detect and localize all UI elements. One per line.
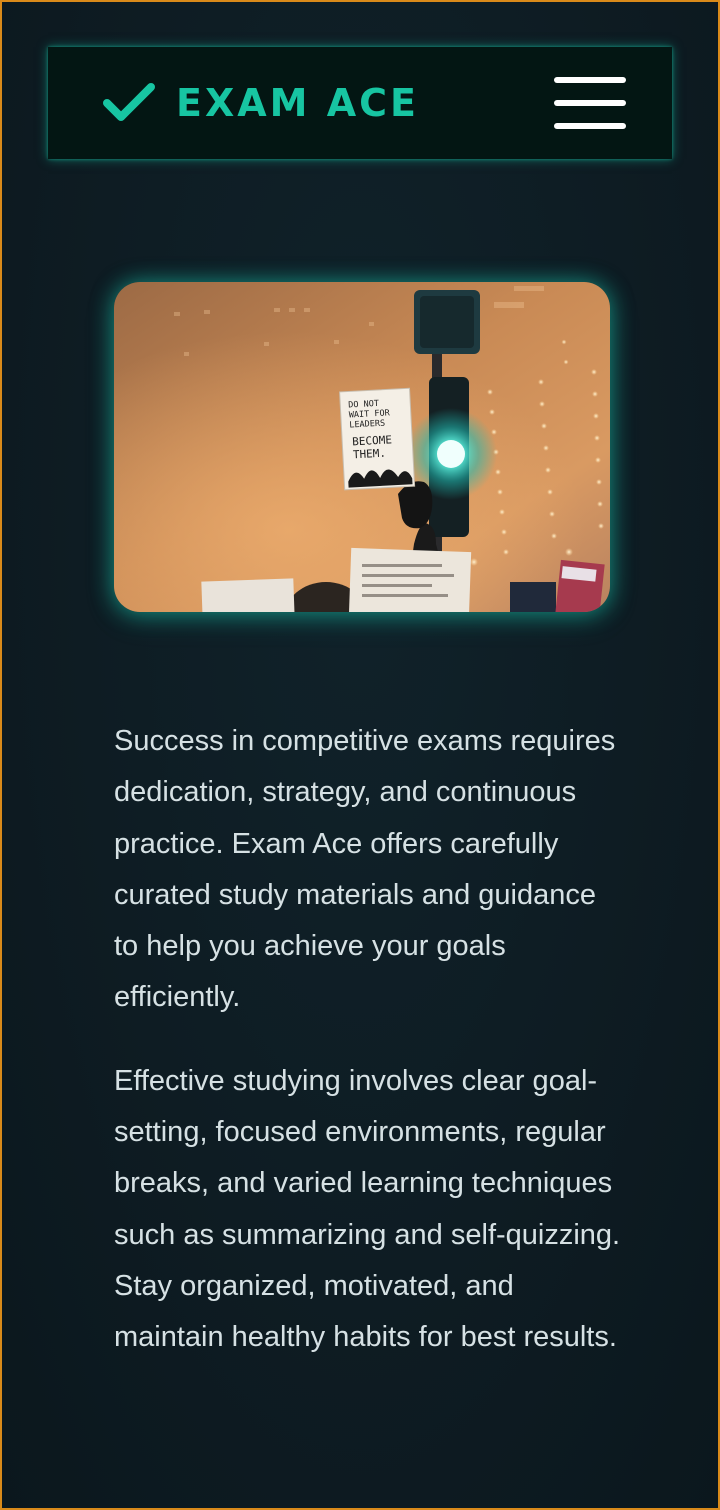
menu-bar-bottom [554, 123, 626, 129]
intro-paragraph: Success in competitive exams requires de… [114, 725, 616, 1014]
sign-line-3: LEADERS [349, 419, 385, 431]
checkmark-icon [103, 83, 155, 121]
page-frame: EXAM ACE DO NOT WAIT FOR LEADERS BECOME … [0, 0, 720, 1510]
study-tips-paragraph: Effective studying involves clear goal-s… [114, 1064, 621, 1354]
brand-name: EXAM ACE [176, 81, 419, 125]
hamburger-menu-icon[interactable] [554, 77, 626, 129]
top-navbar: EXAM ACE [48, 47, 672, 159]
menu-bar-top [554, 77, 626, 83]
sign-line-5: THEM. [353, 447, 387, 462]
sign-line-4: BECOME [352, 433, 392, 448]
hero-photo: DO NOT WAIT FOR LEADERS BECOME THEM. [114, 282, 610, 612]
hero-image: DO NOT WAIT FOR LEADERS BECOME THEM. [114, 282, 610, 612]
main-content: Success in competitive exams requires de… [114, 716, 624, 1396]
menu-bar-middle [554, 100, 626, 106]
brand-logo-link[interactable]: EXAM ACE [102, 81, 419, 125]
